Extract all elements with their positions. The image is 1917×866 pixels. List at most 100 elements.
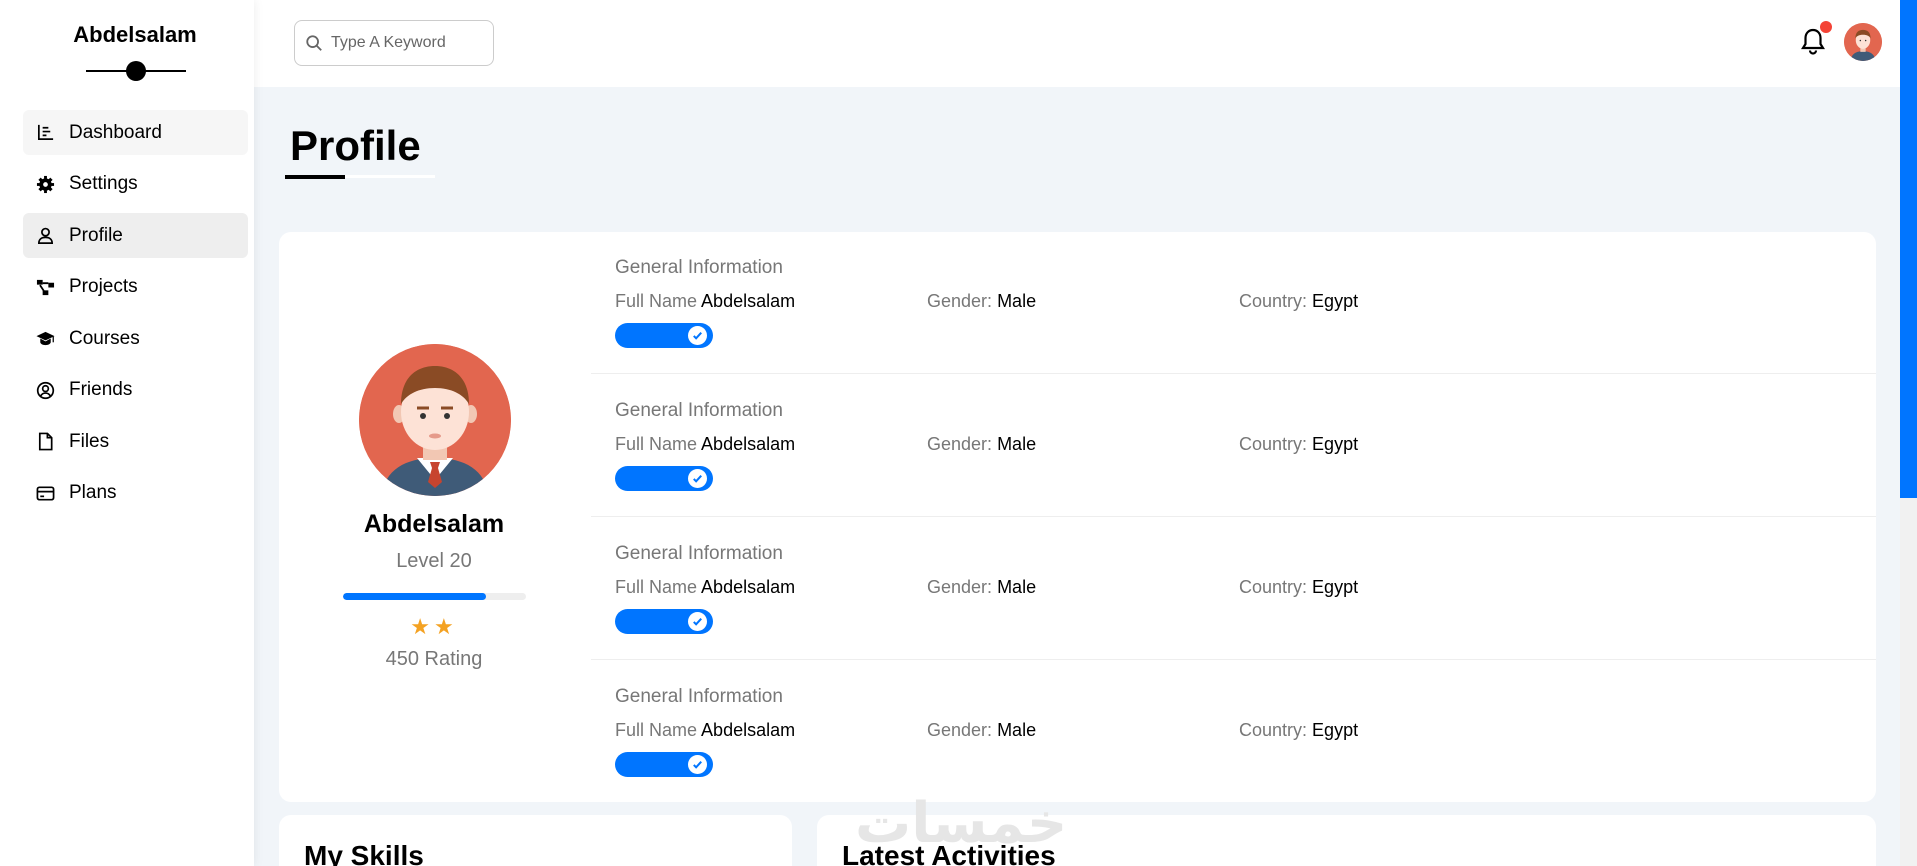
info-row: General Information Full Name Abdelsalam… [591,518,1876,660]
check-icon [688,326,707,345]
field-label: Gender: [927,291,993,311]
field-label: Gender: [927,720,993,740]
sidebar-item-settings[interactable]: Settings [23,162,248,207]
info-row: General Information Full Name Abdelsalam… [591,375,1876,517]
user-icon [35,226,55,246]
brand-name: Abdelsalam [73,22,197,47]
field-label: Full Name [615,434,698,454]
sidebar-item-label: Projects [69,276,138,297]
search-icon [306,35,322,51]
watermark: خمسات [855,791,1068,854]
scrollbar-thumb[interactable] [1900,0,1917,498]
info-heading: General Information [615,400,783,421]
toggle-switch[interactable] [615,323,713,348]
sidebar-item-courses[interactable]: Courses [23,316,248,361]
level-progress-fill [343,593,486,600]
toggle-switch[interactable] [615,752,713,777]
field-value: Abdelsalam [701,720,796,740]
field-label: Country: [1239,577,1308,597]
full-name-field: Full Name Abdelsalam [615,434,795,455]
credit-card-icon [35,483,55,503]
sidebar-item-files[interactable]: Files [23,419,248,464]
check-icon [688,469,707,488]
field-value: Egypt [1312,434,1359,454]
field-label: Country: [1239,720,1308,740]
sidebar-item-label: Plans [69,482,117,503]
search-input[interactable] [331,34,481,52]
field-label: Gender: [927,577,993,597]
field-label: Full Name [615,577,698,597]
graduation-cap-icon [35,329,55,349]
search-box[interactable] [294,20,494,66]
chart-icon [35,123,55,143]
check-icon [688,755,707,774]
user-circle-icon [35,380,55,400]
sidebar-item-label: Friends [69,379,133,400]
brand-dot [126,61,146,81]
file-icon [35,432,55,452]
page-title: Profile [290,122,421,169]
sidebar: Abdelsalam Dashboard Settings Profile Pr… [0,0,254,866]
gender-field: Gender: Male [927,434,1036,455]
sidebar-item-label: Files [69,430,110,452]
country-field: Country: Egypt [1239,577,1358,598]
full-name-field: Full Name Abdelsalam [615,291,795,312]
info-heading: General Information [615,543,783,564]
toggle-switch[interactable] [615,609,713,634]
sidebar-item-profile[interactable]: Profile [23,213,248,258]
sidebar-item-label: Dashboard [69,121,162,143]
field-label: Full Name [615,291,698,311]
info-heading: General Information [615,686,783,707]
field-value: Male [997,577,1037,597]
info-row: General Information Full Name Abdelsalam… [591,661,1876,803]
profile-name: Abdelsalam [363,510,505,538]
diagram-icon [35,277,55,297]
field-value: Egypt [1312,720,1359,740]
sidebar-nav: Dashboard Settings Profile Projects Cour… [23,110,248,522]
field-value: Male [997,291,1037,311]
country-field: Country: Egypt [1239,720,1358,741]
sidebar-item-projects[interactable]: Projects [23,265,248,310]
field-label: Full Name [615,720,698,740]
full-name-field: Full Name Abdelsalam [615,720,795,741]
sidebar-item-plans[interactable]: Plans [23,471,248,516]
field-label: Country: [1239,291,1308,311]
toggle-switch[interactable] [615,466,713,491]
profile-avatar [359,344,511,496]
field-label: Gender: [927,434,993,454]
country-field: Country: Egypt [1239,434,1358,455]
sidebar-item-label: Settings [69,173,138,194]
profile-level: Level 20 [396,550,472,572]
top-header [254,0,1900,87]
skills-card: My Skills [279,815,792,866]
profile-card: Abdelsalam Level 20 ★★ 450 Rating Genera… [279,232,1876,802]
notification-badge [1820,21,1832,33]
field-value: Egypt [1312,291,1359,311]
country-field: Country: Egypt [1239,291,1358,312]
sidebar-item-friends[interactable]: Friends [23,368,248,413]
rating-stars: ★★ [410,614,458,639]
field-value: Male [997,720,1037,740]
profile-rating: 450 Rating [385,648,483,670]
field-label: Country: [1239,434,1308,454]
info-row: General Information Full Name Abdelsalam… [591,232,1876,374]
level-progress-bar [343,593,526,600]
gender-field: Gender: Male [927,291,1036,312]
title-underline-accent [285,175,345,179]
field-value: Male [997,434,1037,454]
field-value: Abdelsalam [701,577,796,597]
check-icon [688,612,707,631]
gender-field: Gender: Male [927,577,1036,598]
gear-icon [35,174,55,194]
sidebar-item-label: Profile [69,224,123,246]
info-heading: General Information [615,257,783,278]
sidebar-item-dashboard[interactable]: Dashboard [23,110,248,155]
sidebar-item-label: Courses [69,327,140,349]
full-name-field: Full Name Abdelsalam [615,577,795,598]
field-value: Egypt [1312,577,1359,597]
avatar[interactable] [1844,23,1882,61]
field-value: Abdelsalam [701,434,796,454]
info-list: General Information Full Name Abdelsalam… [591,232,1876,802]
skills-title: My Skills [304,840,424,866]
gender-field: Gender: Male [927,720,1036,741]
